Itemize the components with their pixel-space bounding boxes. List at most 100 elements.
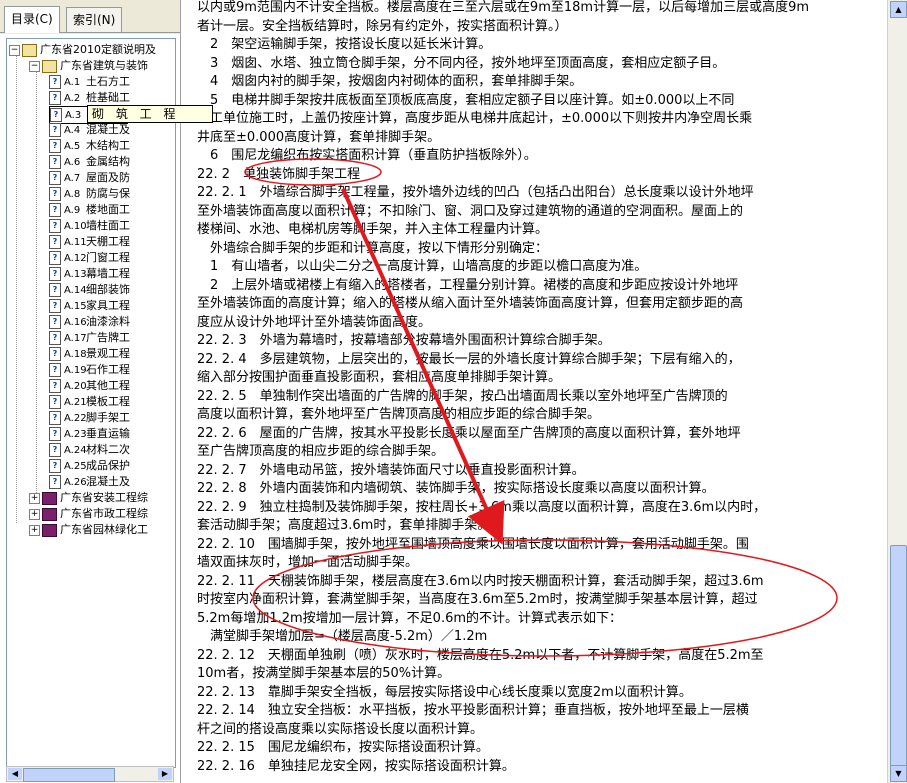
tree-item-label: 家具工程 [86, 299, 130, 312]
tree-item-label: 天棚工程 [86, 235, 130, 248]
expand-icon[interactable]: + [29, 508, 40, 520]
tree-root-label: 广东省2010定额说明及 [40, 43, 156, 56]
tree-group-garden[interactable]: + 广东省园林绿化工 [29, 522, 148, 538]
tree-item[interactable]: ? A.11天棚工程 [49, 234, 130, 250]
tree-item[interactable]: ? A.12门窗工程 [49, 250, 130, 266]
tree-item-code: A.2 [64, 93, 81, 104]
tree-item[interactable]: ? A.2 桩基础工 [49, 90, 130, 106]
tree-item[interactable]: ? A.21模板工程 [49, 394, 130, 410]
scroll-left-arrow-icon[interactable]: ◀ [8, 768, 22, 780]
tree-item[interactable]: ? A.20其他工程 [49, 378, 130, 394]
tab-index[interactable]: 索引(N) [66, 7, 123, 32]
tree-item-label: 成品保护 [86, 459, 130, 472]
help-page-icon: ? [49, 139, 61, 153]
scroll-up-arrow-icon[interactable]: ▲ [890, 1, 907, 18]
tree-item-label: 细部装饰 [86, 283, 130, 296]
tree-item-label: 屋面及防 [86, 171, 130, 184]
content-line: 22. 2. 3 外墙为幕墙时，按幕墙部分按幕墙外围面积计算综合脚手架。 [197, 333, 611, 348]
tree-item-label: 材料二次 [86, 443, 130, 456]
open-book-icon [42, 59, 57, 73]
book-icon [42, 491, 57, 505]
tree-item-code: A.4 [64, 125, 81, 136]
tree-group-label: 广东省市政工程综 [60, 507, 148, 520]
help-page-icon: ? [49, 235, 61, 249]
tree-guide-line [36, 69, 37, 497]
tree-item[interactable]: ? A.17广告牌工 [49, 330, 130, 346]
tree-item[interactable]: ? A.14细部装饰 [49, 282, 130, 298]
tree-item[interactable]: ? A.23垂直运输 [49, 426, 130, 442]
tree-item[interactable]: ? A.22脚手架工 [49, 410, 130, 426]
tree-item-label: 幕墙工程 [86, 267, 130, 280]
content-line: 外墙综合脚手架的步距和计算高度，按以下情形分别确定： [197, 240, 549, 256]
tree-item-code: A.1 [64, 77, 81, 88]
scroll-thumb[interactable] [890, 545, 907, 767]
tree-item[interactable]: ? A.4 混凝土及 [49, 122, 130, 138]
content-line: 杆之间的搭设高度乘以实际搭设长度以面积计算。 [197, 721, 484, 737]
tree-item[interactable]: ? A.5 木结构工 [49, 138, 130, 154]
tree-item[interactable]: ? A.15家具工程 [49, 298, 130, 314]
collapse-icon[interactable]: − [29, 60, 40, 72]
content-line: 22. 2. 6 屋面的广告牌，按其水平投影长度乘以屋面至广告牌顶的高度以面积计… [197, 425, 741, 441]
tree-item-code: A.14 [64, 285, 87, 296]
tree-group-municipal[interactable]: + 广东省市政工程综 [29, 506, 148, 522]
tree-item-label: 垂直运输 [86, 427, 130, 440]
content-line: 22. 2. 8 外墙内面装饰和内墙砌筑、装饰脚手架，按实际搭设长度乘以高度以面… [197, 481, 715, 496]
tree-item-code: A.23 [64, 429, 87, 440]
tree-item-label: 门窗工程 [86, 251, 130, 264]
tree-root[interactable]: − 广东省2010定额说明及 [9, 42, 156, 58]
help-page-icon: ? [49, 475, 61, 489]
tree-item-code: A.12 [64, 253, 87, 264]
content-line: 22. 2. 4 多层建筑物，上层突出的，按最长一层的外墙长度计算综合脚手架；下… [197, 351, 741, 367]
tree-item[interactable]: ? A.13幕墙工程 [49, 266, 130, 282]
open-book-icon [22, 43, 37, 57]
tree-item-code: A.17 [64, 333, 87, 344]
tree-item[interactable]: ? A.7 屋面及防 [49, 170, 130, 186]
content-line: 1 有山墙者，以山尖二分之一高度计算，山墙高度的步距以檐口高度为准。 [197, 259, 648, 274]
content-line: 22. 2. 7 外墙电动吊篮，按外墙装饰面尺寸以垂直投影面积计算。 [197, 462, 585, 478]
content-line: 至外墙装饰面高度以面积计算；不扣除门、窗、洞口及穿过建筑物的通道的空洞面积。屋面… [197, 203, 744, 219]
tree-item[interactable]: ? A.6 金属结构 [49, 154, 130, 170]
tree-item[interactable]: ? A.25成品保护 [49, 458, 130, 474]
tree-item[interactable]: ? A.9 楼地面工 [49, 202, 130, 218]
tree-item-label: 桩基础工 [86, 91, 130, 104]
content-line: 22. 2. 9 独立柱捣制及装饰脚手架，按柱周长+3.6m乘以高度以面积计算，… [197, 499, 767, 515]
tree-item-code: A.16 [64, 317, 87, 328]
tree-item-label: 防腐与保 [86, 187, 130, 200]
content-line: 22. 2. 15 围尼龙编织布，按实际搭设面积计算。 [197, 740, 489, 755]
contents-tree[interactable]: − 广东省2010定额说明及 − 广东省建筑与装饰 ? A.1 土石方工? A.2 桩基础工… [6, 38, 176, 768]
content-line: 6 围尼龙编织布按实搭面积计算（垂直防护挡板除外）。 [197, 148, 537, 163]
expand-icon[interactable]: + [29, 492, 40, 504]
tree-item[interactable]: ? A.18景观工程 [49, 346, 130, 362]
tree-item-code: A.11 [64, 237, 87, 248]
tree-item[interactable]: ? A.10墙柱面工 [49, 218, 130, 234]
help-page-icon: ? [49, 299, 61, 313]
tab-contents[interactable]: 目录(C) [4, 6, 60, 33]
help-page-icon: ? [49, 315, 61, 329]
scroll-thumb[interactable] [23, 768, 115, 782]
tree-group-install[interactable]: + 广东省安装工程综 [29, 490, 148, 506]
tree-horizontal-scrollbar[interactable]: ◀ ▶ [6, 766, 174, 782]
help-page-icon: ? [49, 331, 61, 345]
content-line: 套活动脚手架；高度超过3.6m时，套单排脚手架。 [197, 518, 491, 533]
content-line: 高度以面积计算，套外地坪至广告牌顶高度的相应步距的综合脚手架。 [197, 407, 601, 422]
tree-group-building[interactable]: − 广东省建筑与装饰 [29, 58, 148, 74]
tree-item[interactable]: ? A.26混凝土及 [49, 474, 130, 490]
tree-item[interactable]: ? A.19石作工程 [49, 362, 130, 378]
content-vertical-scrollbar[interactable]: ▲ ▼ [887, 0, 907, 783]
content-line: 22. 2. 13 靠脚手架安全挡板，每层按实际搭设中心线长度乘以宽度2m以面积… [197, 684, 692, 700]
tree-item-code: A.20 [64, 381, 87, 392]
scroll-right-arrow-icon[interactable]: ▶ [158, 768, 172, 780]
tree-item[interactable]: ? A.24材料二次 [49, 442, 130, 458]
scroll-down-arrow-icon[interactable]: ▼ [890, 765, 907, 782]
tree-item[interactable]: ? A.16油漆涂料 [49, 314, 130, 330]
tree-item-code: A.5 [64, 141, 81, 152]
help-page-icon: ? [49, 363, 61, 377]
tree-item[interactable]: ? A.8 防腐与保 [49, 186, 130, 202]
tree-item-code: A.26 [64, 477, 87, 488]
expand-icon[interactable]: + [29, 524, 40, 536]
tree-item[interactable]: ? A.1 土石方工 [49, 74, 130, 90]
content-line: 至广告牌顶高度的相应步距的综合脚手架。 [197, 444, 445, 459]
content-line: 井底至±0.000高度计算，套单排脚手架。 [197, 129, 441, 145]
tree-item-label: 土石方工 [86, 75, 130, 88]
collapse-icon[interactable]: − [9, 44, 20, 56]
